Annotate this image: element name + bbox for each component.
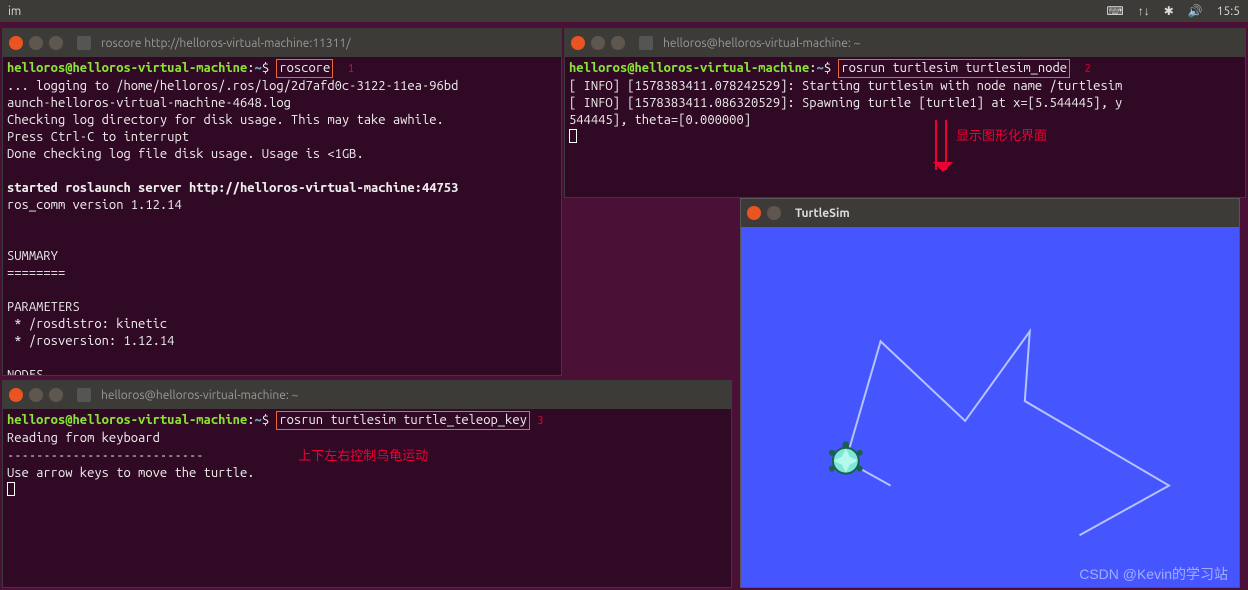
terminal-teleop[interactable]: helloros@helloros-virtual-machine: ~ hel… — [2, 380, 732, 588]
titlebar[interactable]: helloros@helloros-virtual-machine: ~ — [565, 29, 1245, 57]
arrow-annotation — [935, 120, 947, 170]
output-line: SUMMARY — [7, 249, 58, 263]
system-menubar: im ⌨ ↑↓ ✱ 🔊 15:5 — [0, 0, 1248, 22]
output-line: * /rosversion: 1.12.14 — [7, 334, 174, 348]
turtlesim-window[interactable]: TurtleSim — [740, 198, 1240, 588]
output-line: Done checking log file disk usage. Usage… — [7, 147, 364, 161]
terminal-content[interactable]: helloros@helloros-virtual-machine:~$ ros… — [3, 57, 561, 375]
command-highlight: rosrun turtlesim turtle_teleop_key — [276, 411, 530, 430]
cursor — [569, 129, 577, 143]
output-line: started roslaunch server http://helloros… — [7, 181, 458, 195]
prompt-user: helloros@helloros-virtual-machine — [7, 413, 247, 427]
output-line: Press Ctrl-C to interrupt — [7, 130, 189, 144]
output-line: [ INFO] [1578383411.078242529]: Starting… — [569, 79, 1122, 93]
output-line: --------------------------- — [7, 449, 204, 463]
output-line: [ INFO] [1578383411.086320529]: Spawning… — [569, 96, 1122, 110]
maximize-icon[interactable] — [49, 388, 63, 402]
minimize-icon[interactable] — [767, 206, 781, 220]
minimize-icon[interactable] — [591, 36, 605, 50]
output-line: ======== — [7, 266, 65, 280]
window-title: TurtleSim — [795, 207, 1233, 220]
terminal-turtlesim-node[interactable]: helloros@helloros-virtual-machine: ~ hel… — [564, 28, 1246, 198]
volume-icon[interactable]: 🔊 — [1188, 4, 1203, 18]
window-title: roscore http://helloros-virtual-machine:… — [101, 37, 555, 50]
titlebar[interactable]: TurtleSim — [741, 199, 1239, 227]
prompt-user: helloros@helloros-virtual-machine — [569, 61, 809, 75]
minimize-icon[interactable] — [29, 36, 43, 50]
arrow-label: 显示图形化界面 — [956, 125, 1047, 144]
output-line: aunch-helloros-virtual-machine-4648.log — [7, 96, 291, 110]
annotation-number: 2 — [1085, 63, 1091, 75]
command-highlight: roscore — [276, 59, 333, 78]
window-title: helloros@helloros-virtual-machine: ~ — [663, 37, 1239, 50]
output-line: * /rosdistro: kinetic — [7, 317, 167, 331]
output-line: PARAMETERS — [7, 300, 80, 314]
turtle-path — [741, 227, 1239, 587]
output-line: NODES — [7, 368, 43, 375]
output-line: Checking log directory for disk usage. T… — [7, 113, 444, 127]
maximize-icon[interactable] — [49, 36, 63, 50]
prompt-path: ~ — [817, 61, 824, 75]
titlebar[interactable]: helloros@helloros-virtual-machine: ~ — [3, 381, 731, 409]
titlebar[interactable]: roscore http://helloros-virtual-machine:… — [3, 29, 561, 57]
window-title: helloros@helloros-virtual-machine: ~ — [101, 389, 725, 402]
minimize-icon[interactable] — [29, 388, 43, 402]
annotation-number: 3 — [537, 415, 543, 427]
bluetooth-icon[interactable]: ✱ — [1164, 4, 1174, 18]
command-highlight: rosrun turtlesim turtlesim_node — [838, 59, 1070, 78]
turtle-icon — [829, 441, 863, 473]
clock[interactable]: 15:5 — [1217, 5, 1240, 18]
network-icon[interactable]: ↑↓ — [1138, 4, 1150, 18]
watermark: CSDN @Kevin的学习站 — [1079, 564, 1228, 584]
output-line: ... logging to /home/helloros/.ros/log/2… — [7, 79, 458, 93]
close-icon[interactable] — [747, 206, 761, 220]
terminal-icon — [639, 36, 653, 50]
terminal-roscore[interactable]: roscore http://helloros-virtual-machine:… — [2, 28, 562, 376]
prompt-user: helloros@helloros-virtual-machine — [7, 61, 247, 75]
prompt-path: ~ — [255, 413, 262, 427]
maximize-icon[interactable] — [611, 36, 625, 50]
terminal-content[interactable]: helloros@helloros-virtual-machine:~$ ros… — [565, 57, 1245, 197]
annotation-text: 上下左右控制乌龟运动 — [298, 448, 428, 463]
app-indicator: im — [8, 5, 21, 18]
output-line: 544445], theta=[0.000000] — [569, 113, 751, 127]
terminal-icon — [77, 36, 91, 50]
keyboard-icon[interactable]: ⌨ — [1106, 4, 1123, 18]
system-tray: ⌨ ↑↓ ✱ 🔊 15:5 — [1106, 4, 1240, 18]
output-line: Use arrow keys to move the turtle. — [7, 466, 255, 480]
turtlesim-canvas[interactable] — [741, 227, 1239, 587]
cursor — [7, 482, 15, 496]
output-line: Reading from keyboard — [7, 431, 160, 445]
output-line: ros_comm version 1.12.14 — [7, 198, 182, 212]
terminal-content[interactable]: helloros@helloros-virtual-machine:~$ ros… — [3, 409, 731, 587]
terminal-icon — [77, 388, 91, 402]
close-icon[interactable] — [9, 388, 23, 402]
close-icon[interactable] — [9, 36, 23, 50]
annotation-number: 1 — [348, 63, 354, 75]
prompt-path: ~ — [255, 61, 262, 75]
close-icon[interactable] — [571, 36, 585, 50]
